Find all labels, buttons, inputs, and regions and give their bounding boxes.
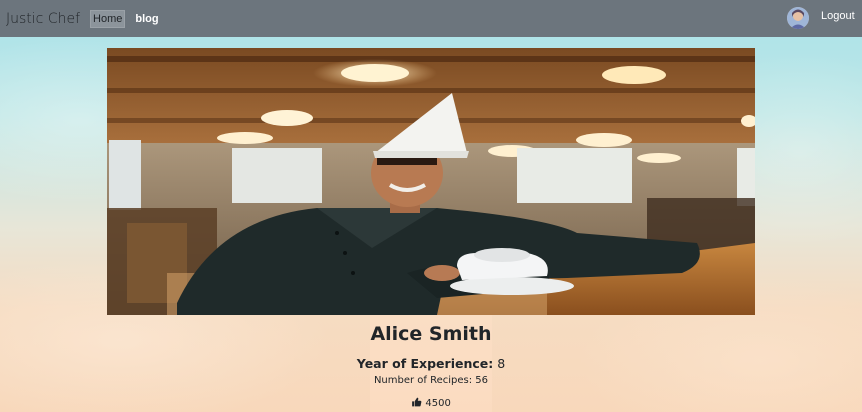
- user-avatar[interactable]: [787, 7, 809, 29]
- experience-line: Year of Experience: 8: [0, 356, 862, 371]
- likes-count: 4500: [425, 398, 451, 409]
- chef-name: Alice Smith: [370, 323, 492, 345]
- experience-label: Year of Experience:: [356, 356, 494, 371]
- nav-link-home[interactable]: Home: [90, 9, 126, 28]
- chef-photo: [107, 48, 755, 315]
- experience-value: 8: [497, 356, 506, 371]
- likes-row[interactable]: 4500: [0, 397, 862, 409]
- avatar-image: [787, 7, 809, 29]
- navbar: Justic Chef Home blog: [0, 0, 862, 37]
- thumbs-up-icon: [412, 397, 422, 407]
- nav-link-blog[interactable]: blog: [135, 13, 158, 25]
- recipes-count: Number of Recipes: 56: [373, 375, 489, 386]
- logout-button[interactable]: Logout: [821, 10, 855, 22]
- brand-link[interactable]: Justic Chef: [6, 11, 80, 27]
